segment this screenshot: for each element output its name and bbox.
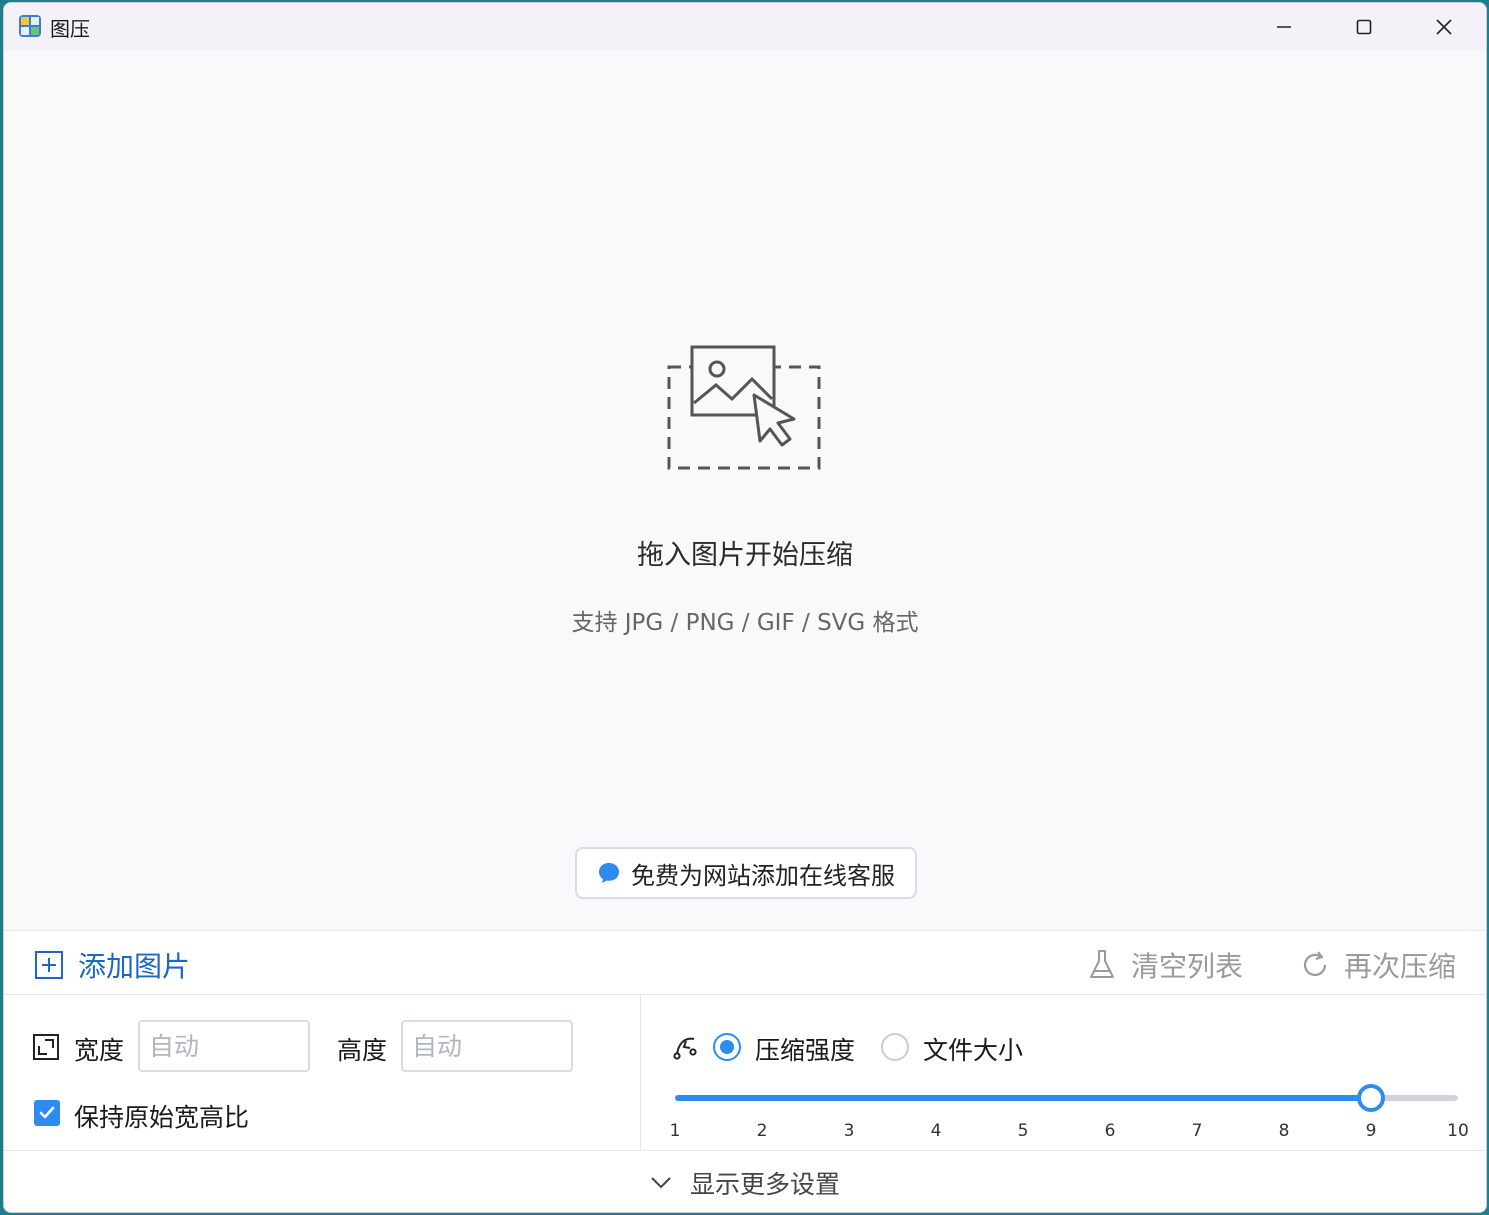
height-input[interactable]	[401, 1020, 573, 1072]
recompress-label: 再次压缩	[1344, 950, 1457, 983]
mode-size-radio[interactable]	[881, 1033, 909, 1061]
minimize-button[interactable]	[1244, 3, 1324, 51]
service-button-label: 免费为网站添加在线客服	[631, 861, 895, 890]
checkmark-icon	[39, 1106, 55, 1119]
resize-settings: 宽度 高度 保持原始宽高比	[4, 995, 641, 1151]
height-label: 高度	[337, 1036, 388, 1065]
refresh-icon	[1303, 951, 1327, 977]
maximize-button[interactable]	[1324, 3, 1404, 51]
compression-settings: 压缩强度 文件大小 1 2 3 4 5 6 7 8 9 10	[642, 995, 1486, 1151]
slider-tick-label: 3	[843, 1121, 855, 1141]
drop-image-icon	[667, 345, 821, 470]
mode-strength-label[interactable]: 压缩强度	[755, 1031, 855, 1067]
mode-size-label[interactable]: 文件大小	[923, 1031, 1023, 1067]
chevron-down-icon	[651, 1177, 671, 1189]
slider-tick-label: 8	[1278, 1121, 1290, 1141]
slider-tick-label: 5	[1017, 1121, 1029, 1141]
broom-icon	[1090, 950, 1114, 978]
title-bar[interactable]: 图压	[4, 3, 1486, 51]
plus-square-icon	[35, 951, 63, 979]
keep-ratio-label[interactable]: 保持原始宽高比	[74, 1098, 249, 1134]
width-input[interactable]	[138, 1020, 310, 1072]
show-more-settings-button[interactable]: 显示更多设置	[4, 1152, 1486, 1212]
recompress-button[interactable]: 再次压缩	[1300, 945, 1456, 985]
strength-slider[interactable]	[675, 1084, 1458, 1112]
curve-icon	[673, 1037, 697, 1060]
slider-tick-label: 2	[756, 1121, 768, 1141]
mode-strength-radio[interactable]	[713, 1033, 741, 1061]
slider-tick-label: 10	[1447, 1121, 1469, 1141]
slider-tick-label: 1	[669, 1121, 681, 1141]
toolbar: 添加图片 清空列表 再次压缩	[4, 931, 1486, 995]
drop-subtitle: 支持 JPG / PNG / GIF / SVG 格式	[571, 610, 919, 636]
show-more-settings-label: 显示更多设置	[689, 1170, 840, 1199]
add-online-service-button[interactable]: 免费为网站添加在线客服	[575, 847, 917, 899]
window-title: 图压	[50, 17, 90, 41]
chat-bubble-icon	[599, 863, 619, 883]
drop-zone[interactable]: 拖入图片开始压缩 支持 JPG / PNG / GIF / SVG 格式 免费为…	[4, 51, 1486, 931]
close-button[interactable]	[1404, 3, 1484, 51]
slider-fill	[675, 1095, 1371, 1101]
add-image-label: 添加图片	[78, 950, 191, 983]
slider-tick-label: 9	[1365, 1121, 1377, 1141]
clear-list-label: 清空列表	[1131, 950, 1244, 983]
app-window: 图压 拖入图片开始压缩 支持 JPG / PNG / GIF / SVG 格式 …	[3, 2, 1487, 1213]
close-icon	[1436, 19, 1452, 35]
width-label: 宽度	[74, 1036, 125, 1065]
resize-icon	[33, 1034, 59, 1060]
maximize-icon	[1356, 19, 1372, 35]
keep-ratio-checkbox[interactable]	[34, 1100, 60, 1126]
app-logo-icon	[19, 15, 41, 37]
clear-list-button[interactable]: 清空列表	[1087, 945, 1243, 985]
minimize-icon	[1277, 26, 1291, 28]
settings-panel: 宽度 高度 保持原始宽高比 压缩强度 文件大小 1	[4, 995, 1486, 1151]
slider-tick-label: 7	[1191, 1121, 1203, 1141]
slider-thumb[interactable]	[1357, 1084, 1385, 1112]
slider-tick-label: 4	[930, 1121, 942, 1141]
drop-title: 拖入图片开始压缩	[637, 540, 853, 571]
add-image-button[interactable]: 添加图片	[34, 945, 190, 985]
slider-tick-label: 6	[1104, 1121, 1116, 1141]
